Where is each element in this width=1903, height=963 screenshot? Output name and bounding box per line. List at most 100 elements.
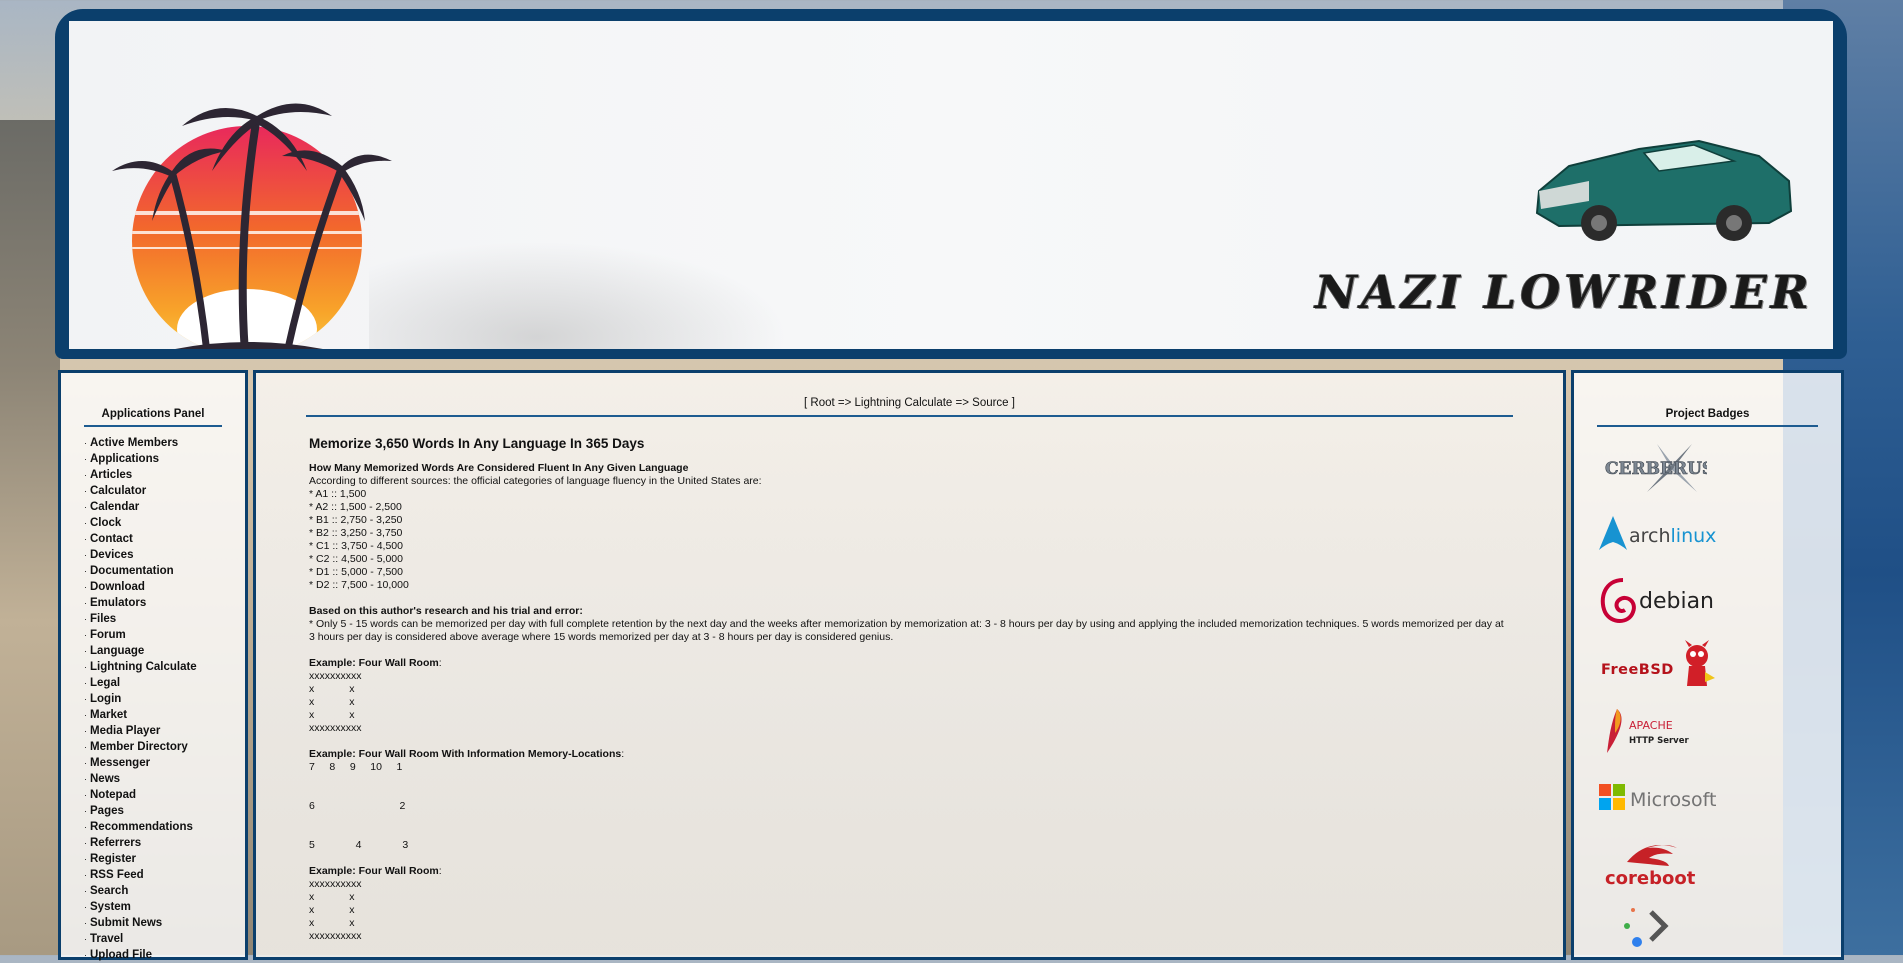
palm-sunset-logo[interactable]	[97, 91, 397, 349]
bullet-icon: ·	[84, 598, 87, 608]
grid-row: x x	[309, 891, 355, 903]
grid-row: x x	[309, 904, 355, 916]
bullet-icon: ·	[84, 886, 87, 896]
bullet-icon: ·	[84, 646, 87, 656]
app-link-legal[interactable]: · Legal	[84, 675, 245, 691]
badge-arrow[interactable]	[1597, 897, 1727, 963]
app-link-label: Emulators	[90, 597, 147, 609]
app-link-label: Media Player	[90, 725, 161, 737]
app-link-files[interactable]: · Files	[84, 611, 245, 627]
bullet-icon: ·	[84, 822, 87, 832]
freebsd-logo-icon: FreeBSD	[1601, 640, 1715, 686]
app-link-active-members[interactable]: · Active Members	[84, 435, 245, 451]
bullet-icon: ·	[84, 518, 87, 528]
example-grid: xxxxxxxxxx x xx xx x xxxxxxxxxx	[309, 670, 1509, 735]
badge-microsoft[interactable]: Microsoft	[1597, 765, 1727, 831]
grid-row: x x	[309, 709, 355, 721]
header-banner: NAZI LOWRIDER	[69, 21, 1833, 349]
app-link-label: Search	[90, 885, 129, 897]
app-link-label: Clock	[90, 517, 122, 529]
apache-feather-icon: APACHE HTTP Server	[1607, 709, 1689, 753]
app-link-pages[interactable]: · Pages	[84, 803, 245, 819]
app-link-submit-news[interactable]: · Submit News	[84, 915, 245, 931]
bullet-icon: ·	[84, 774, 87, 784]
example-title: Example: Four Wall Room:	[309, 865, 442, 877]
app-link-media-player[interactable]: · Media Player	[84, 723, 245, 739]
divider	[1597, 425, 1818, 427]
app-link-language[interactable]: · Language	[84, 643, 245, 659]
site-title: NAZI LOWRIDER	[1315, 265, 1813, 319]
app-link-recommendations[interactable]: · Recommendations	[84, 819, 245, 835]
bullet-icon: ·	[84, 678, 87, 688]
grid-row: xxxxxxxxxx	[309, 878, 362, 890]
svg-text:archlinux: archlinux	[1629, 525, 1716, 547]
svg-text:Microsoft: Microsoft	[1630, 789, 1716, 811]
app-link-lightning-calculate[interactable]: · Lightning Calculate	[84, 659, 245, 675]
bullet-icon: ·	[84, 726, 87, 736]
app-link-download[interactable]: · Download	[84, 579, 245, 595]
app-link-member-directory[interactable]: · Member Directory	[84, 739, 245, 755]
app-link-articles[interactable]: · Articles	[84, 467, 245, 483]
memory-location-row: 5 4 3	[309, 839, 409, 851]
app-link-label: Register	[90, 853, 137, 865]
bullet-icon: ·	[84, 934, 87, 944]
lowrider-car-image[interactable]	[1529, 131, 1799, 246]
badge-debian[interactable]: debian	[1597, 567, 1727, 633]
app-link-applications[interactable]: · Applications	[84, 451, 245, 467]
app-link-system[interactable]: · System	[84, 899, 245, 915]
badge-cerberus[interactable]: CERBERUS	[1597, 435, 1727, 501]
app-link-label: Language	[90, 645, 145, 657]
app-link-label: Calculator	[90, 485, 147, 497]
app-link-clock[interactable]: · Clock	[84, 515, 245, 531]
bullet-icon: ·	[84, 758, 87, 768]
badge-apache[interactable]: APACHE HTTP Server	[1597, 699, 1727, 765]
app-link-label: Active Members	[90, 437, 179, 449]
site-header: NAZI LOWRIDER	[55, 9, 1847, 359]
section-text: * Only 5 - 15 words can be memorized per…	[309, 618, 1504, 643]
app-link-referrers[interactable]: · Referrers	[84, 835, 245, 851]
app-link-devices[interactable]: · Devices	[84, 547, 245, 563]
badge-archlinux[interactable]: archlinux	[1597, 501, 1727, 567]
app-link-calendar[interactable]: · Calendar	[84, 499, 245, 515]
app-link-messenger[interactable]: · Messenger	[84, 755, 245, 771]
app-link-calculator[interactable]: · Calculator	[84, 483, 245, 499]
fluency-level: * B2 :: 3,250 - 3,750	[309, 527, 403, 539]
app-link-market[interactable]: · Market	[84, 707, 245, 723]
bullet-icon: ·	[84, 950, 87, 960]
bullet-icon: ·	[84, 470, 87, 480]
app-link-label: Articles	[90, 469, 133, 481]
section-title: Based on this author's research and his …	[309, 605, 583, 617]
badge-list: CERBERUS archlinux debian FreeBSD APACHE…	[1574, 435, 1841, 963]
app-link-register[interactable]: · Register	[84, 851, 245, 867]
app-link-login[interactable]: · Login	[84, 691, 245, 707]
app-link-label: Contact	[90, 533, 133, 545]
app-link-label: Market	[90, 709, 128, 721]
app-link-contact[interactable]: · Contact	[84, 531, 245, 547]
bullet-icon: ·	[84, 630, 87, 640]
app-link-travel[interactable]: · Travel	[84, 931, 245, 947]
bullet-icon: ·	[84, 870, 87, 880]
bullet-icon: ·	[84, 614, 87, 624]
app-link-emulators[interactable]: · Emulators	[84, 595, 245, 611]
app-link-upload-file[interactable]: · Upload File	[84, 947, 245, 963]
app-link-news[interactable]: · News	[84, 771, 245, 787]
badge-coreboot[interactable]: coreboot	[1597, 831, 1727, 897]
app-link-forum[interactable]: · Forum	[84, 627, 245, 643]
article-heading: Memorize 3,650 Words In Any Language In …	[309, 436, 645, 451]
app-link-rss-feed[interactable]: · RSS Feed	[84, 867, 245, 883]
badge-freebsd[interactable]: FreeBSD	[1597, 633, 1727, 699]
app-link-search[interactable]: · Search	[84, 883, 245, 899]
app-link-documentation[interactable]: · Documentation	[84, 563, 245, 579]
background-beach	[0, 120, 60, 955]
app-link-notepad[interactable]: · Notepad	[84, 787, 245, 803]
app-link-label: Notepad	[90, 789, 136, 801]
bullet-icon: ·	[84, 854, 87, 864]
svg-text:CERBERUS: CERBERUS	[1605, 459, 1707, 479]
grid-row: x x	[309, 696, 355, 708]
app-link-label: Upload File	[90, 949, 152, 961]
fluency-levels-list: * A1 :: 1,500 * A2 :: 1,500 - 2,500 * B1 :…	[309, 488, 1509, 592]
app-link-label: System	[90, 901, 131, 913]
article: Memorize 3,650 Words In Any Language In …	[309, 437, 1509, 943]
app-link-label: Legal	[90, 677, 121, 689]
grid-row: xxxxxxxxxx	[309, 930, 362, 942]
